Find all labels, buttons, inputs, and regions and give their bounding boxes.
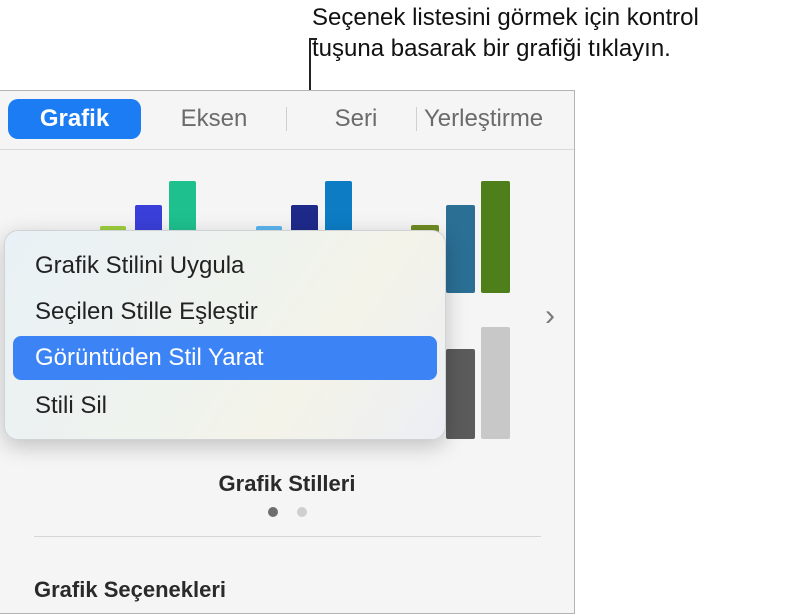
style-swatch-3-bar-3[interactable]: [481, 181, 510, 293]
tab-separator: [416, 107, 417, 131]
style-swatch-6-bar-3[interactable]: [481, 327, 510, 439]
style-swatch-3-bar-2[interactable]: [446, 205, 475, 293]
menu-item-create-style-from-image[interactable]: Görüntüden Stil Yarat: [13, 336, 437, 380]
callout-line-2: tuşuna basarak bir grafiği tıklayın.: [312, 35, 671, 62]
context-menu: Grafik Stilini Uygula Seçilen Stille Eşl…: [4, 230, 446, 440]
menu-item-delete-style[interactable]: Stili Sil: [13, 384, 437, 428]
callout-text: Seçenek listesini görmek için kontrol tu…: [312, 2, 699, 64]
tab-yerlestirme[interactable]: Yerleştirme: [424, 99, 574, 139]
chart-styles-title: Grafik Stilleri: [218, 471, 356, 496]
page-dot[interactable]: [297, 507, 307, 517]
menu-item-match-style[interactable]: Seçilen Stille Eşleştir: [13, 290, 437, 334]
menu-item-apply-style[interactable]: Grafik Stilini Uygula: [13, 244, 437, 288]
tab-eksen[interactable]: Eksen: [158, 99, 270, 139]
page-dot-active[interactable]: [268, 507, 278, 517]
chart-options-title: Grafik Seçenekleri: [34, 577, 227, 602]
tab-seri[interactable]: Seri: [308, 99, 404, 139]
callout-line-1: Seçenek listesini görmek için kontrol: [312, 4, 699, 31]
tabs-divider: [0, 149, 574, 150]
tab-grafik[interactable]: Grafik: [8, 99, 141, 139]
tab-separator: [286, 107, 287, 131]
style-swatch-6-bar-2[interactable]: [446, 349, 475, 439]
section-divider: [34, 536, 541, 537]
chevron-right-icon[interactable]: ›: [545, 301, 555, 331]
tab-bar: Grafik Eksen Seri Yerleştirme: [8, 99, 574, 139]
